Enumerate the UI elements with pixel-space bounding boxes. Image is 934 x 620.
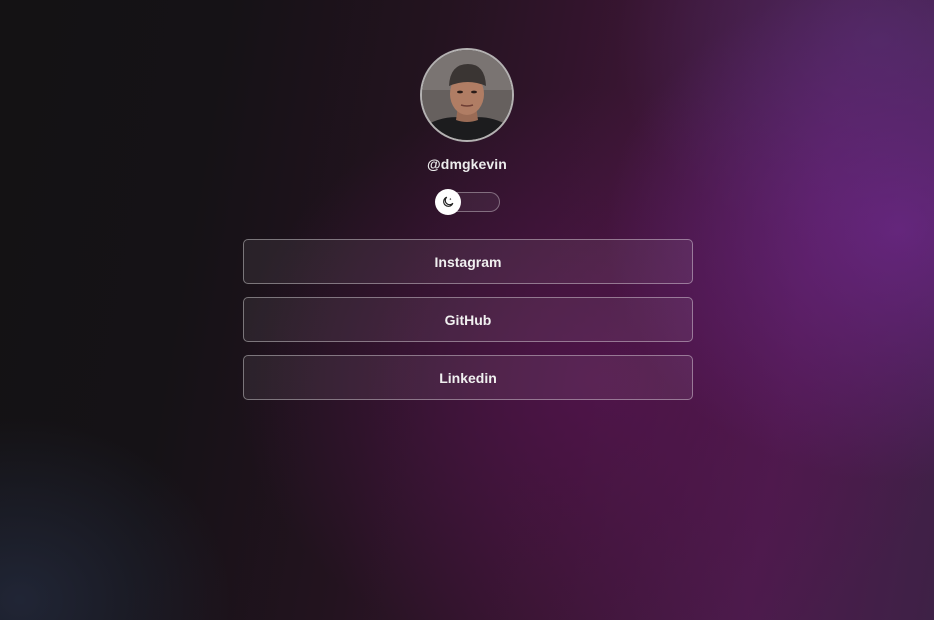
theme-toggle-knob[interactable] [435, 189, 461, 215]
link-label: Linkedin [439, 369, 497, 386]
moon-icon [443, 196, 454, 207]
profile-section: @dmgkevin [0, 48, 934, 215]
avatar [420, 48, 514, 142]
links-list: Instagram GitHub Linkedin [243, 239, 693, 413]
link-label: Instagram [434, 253, 502, 270]
linkedin-link-button[interactable]: Linkedin [243, 355, 693, 400]
github-link-button[interactable]: GitHub [243, 297, 693, 342]
theme-toggle[interactable] [435, 189, 500, 215]
avatar-photo [422, 50, 512, 140]
link-label: GitHub [444, 311, 492, 328]
instagram-link-button[interactable]: Instagram [243, 239, 693, 284]
profile-handle: @dmgkevin [427, 156, 507, 172]
